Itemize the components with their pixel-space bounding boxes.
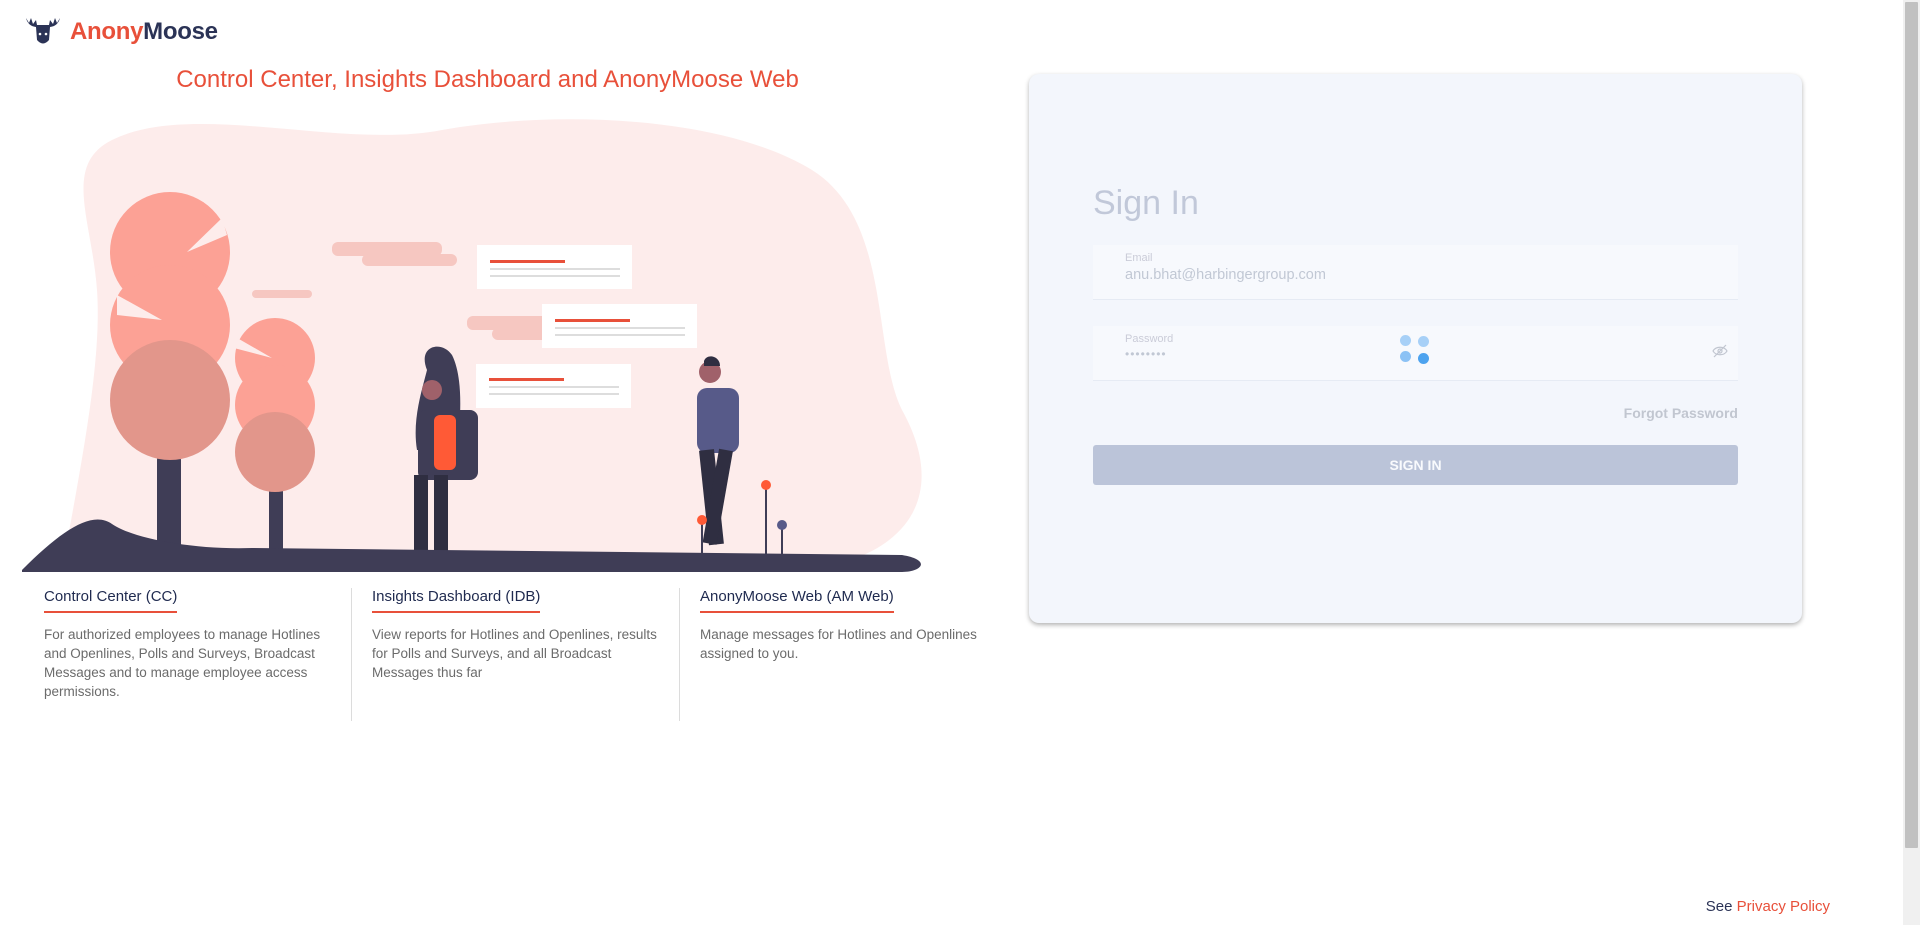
hero-illustration [22, 119, 922, 572]
loading-spinner-icon [1398, 333, 1430, 365]
moose-logo-icon [26, 18, 60, 44]
password-label: Password [1125, 333, 1174, 345]
feature-description: Manage messages for Hotlines and Openlin… [700, 627, 977, 661]
feature-title: Insights Dashboard (IDB) [372, 588, 541, 613]
message-card [542, 304, 697, 348]
sign-in-button[interactable]: SIGN IN [1093, 445, 1738, 485]
page-scrollbar[interactable] [1903, 0, 1920, 925]
brand-name-part1: Anony [70, 18, 144, 45]
brand-name: AnonyMoose [70, 18, 218, 46]
brand-logo[interactable]: AnonyMoose [22, 14, 218, 50]
feature-title: Control Center (CC) [44, 588, 178, 613]
email-input[interactable]: anu.bhat@harbingergroup.com [1125, 267, 1326, 283]
feature-control-center: Control Center (CC) For authorized emplo… [44, 588, 351, 721]
feature-description: For authorized employees to manage Hotli… [44, 627, 321, 699]
signin-title: Sign In [1093, 184, 1199, 222]
email-label: Email [1125, 252, 1153, 264]
message-card [476, 364, 631, 408]
feature-title: AnonyMoose Web (AM Web) [700, 588, 894, 613]
message-card [477, 245, 632, 289]
forgot-password-link[interactable]: Forgot Password [1093, 405, 1738, 421]
feature-anonymoose-web: AnonyMoose Web (AM Web) Manage messages … [679, 588, 1007, 721]
privacy-prefix: See [1705, 898, 1733, 915]
privacy-footer: See Privacy Policy [1706, 898, 1830, 915]
eye-slash-icon[interactable] [1712, 344, 1728, 358]
password-input[interactable]: •••••••• [1125, 347, 1167, 361]
feature-description: View reports for Hotlines and Openlines,… [372, 627, 657, 680]
email-field[interactable]: Email anu.bhat@harbingergroup.com [1093, 245, 1738, 300]
feature-insights-dashboard: Insights Dashboard (IDB) View reports fo… [351, 588, 679, 721]
privacy-policy-link[interactable]: Privacy Policy [1737, 898, 1830, 915]
page-headline: Control Center, Insights Dashboard and A… [176, 66, 799, 93]
brand-name-part2: Moose [143, 18, 218, 45]
scrollbar-thumb[interactable] [1905, 2, 1918, 848]
feature-list: Control Center (CC) For authorized emplo… [44, 588, 1007, 721]
